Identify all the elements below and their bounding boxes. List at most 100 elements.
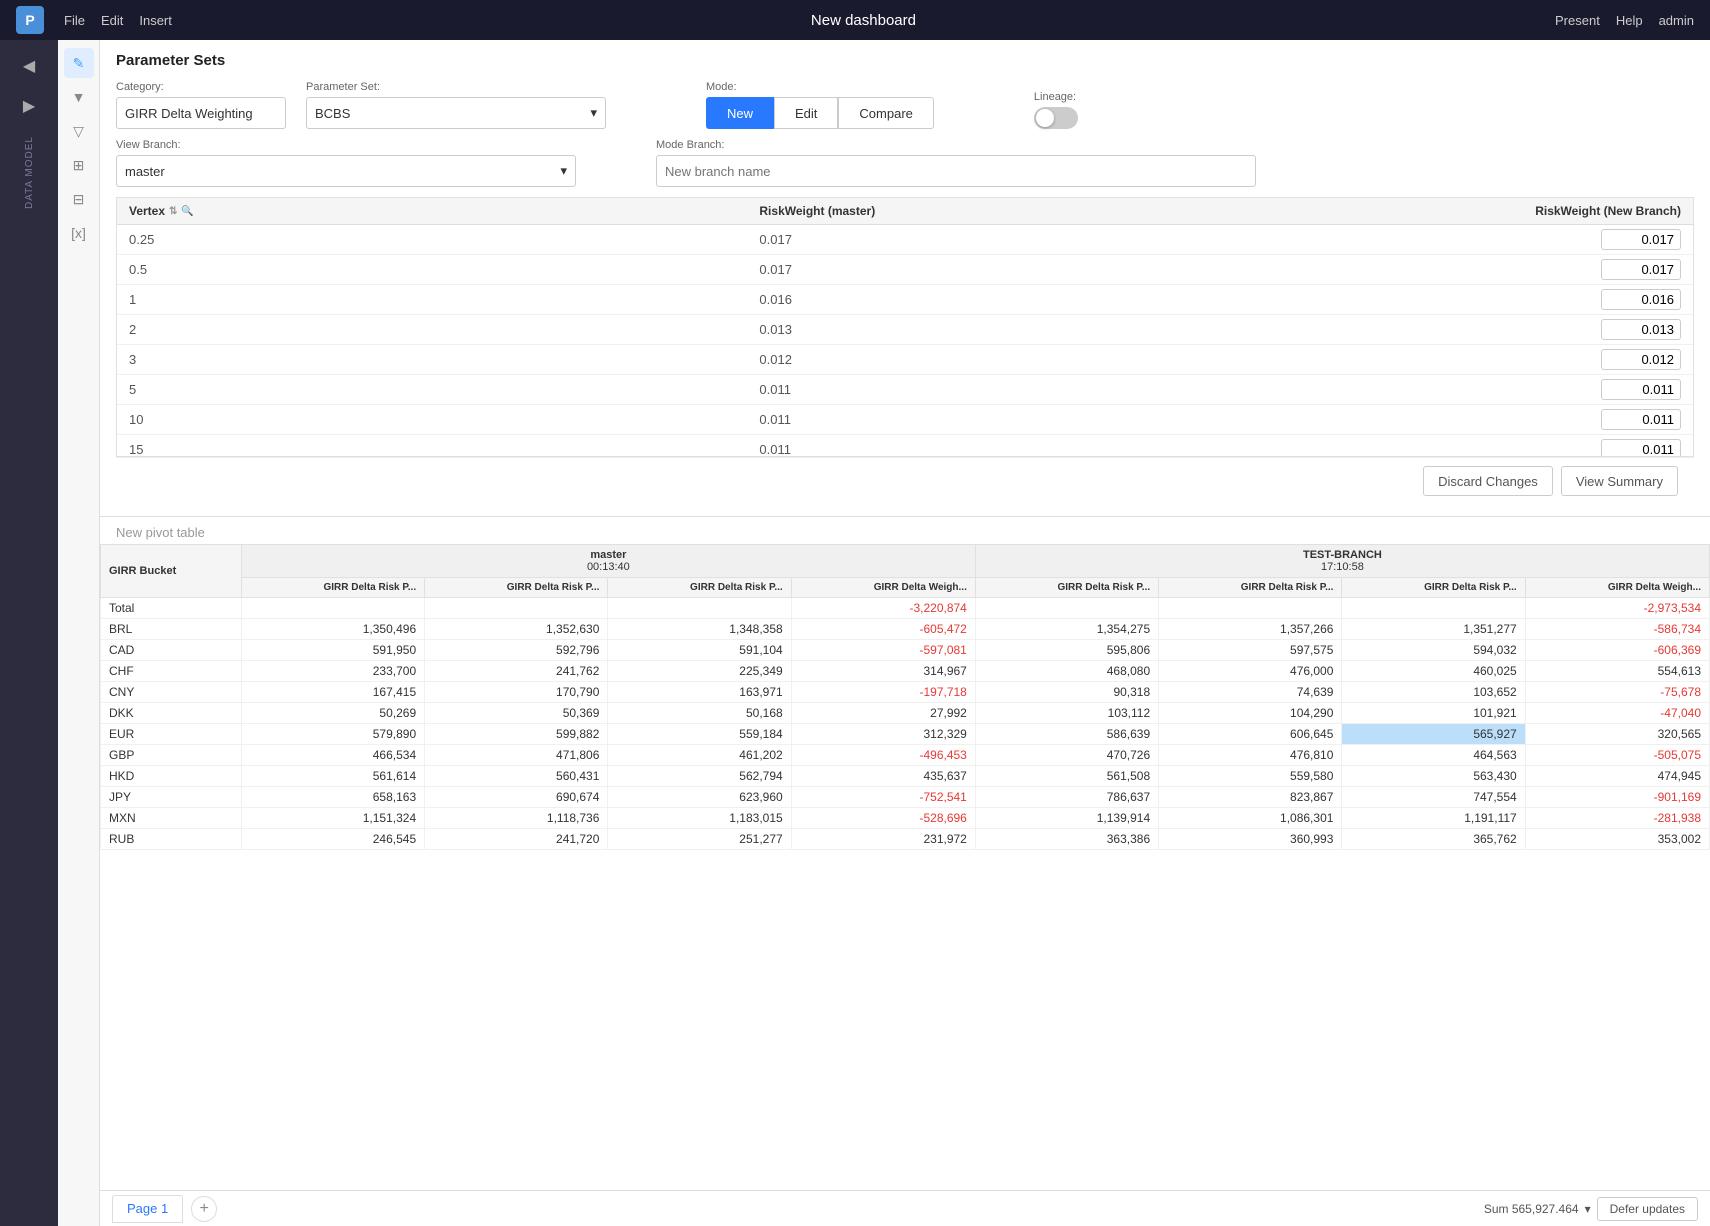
lineage-toggle[interactable] xyxy=(1034,107,1078,129)
view-branch-select[interactable]: master ▾ xyxy=(116,155,576,187)
mode-branch-input[interactable] xyxy=(656,155,1256,187)
new-branch-input-4[interactable] xyxy=(1601,349,1681,370)
pivot-table-wrapper: GIRR Bucket master 00:13:40 TEST-BRANCH … xyxy=(100,544,1710,1190)
topbar: P File Edit Insert New dashboard Present… xyxy=(0,0,1710,40)
new-branch-input-2[interactable] xyxy=(1601,289,1681,310)
mode-new-btn[interactable]: New xyxy=(706,97,774,129)
pivot-row-label: BRL xyxy=(101,619,242,640)
pivot-cell-v3: 559,184 xyxy=(608,724,791,745)
master-cell: 0.011 xyxy=(747,375,1220,405)
tool-filter2[interactable]: ▽ xyxy=(64,116,94,146)
pivot-cell-v7 xyxy=(1342,598,1525,619)
new-branch-cell xyxy=(1220,285,1693,315)
sidebar-collapse-right[interactable]: ▶ xyxy=(11,88,47,124)
new-branch-cell xyxy=(1220,255,1693,285)
menu-edit[interactable]: Edit xyxy=(101,13,123,28)
vertex-cell: 1 xyxy=(117,285,747,315)
pivot-cell-v2: 690,674 xyxy=(425,787,608,808)
pivot-cell-v5: 561,508 xyxy=(975,766,1158,787)
param-table-row: 15 0.011 xyxy=(117,435,1693,458)
pivot-cell-v7: 1,191,117 xyxy=(1342,808,1525,829)
pivot-cell-v7: 565,927 xyxy=(1342,724,1525,745)
pivot-cell-v3: 461,202 xyxy=(608,745,791,766)
pivot-cell-v3 xyxy=(608,598,791,619)
pivot-cell-v8: -75,678 xyxy=(1525,682,1709,703)
pivot-cell-v1: 1,151,324 xyxy=(241,808,424,829)
category-input[interactable]: GIRR Delta Weighting xyxy=(116,97,286,129)
main-layout: ◀ ▶ DATA MODEL ✎ ▼ ▽ ⊞ ⊟ [x] Parameter S… xyxy=(0,40,1710,1226)
new-branch-input-6[interactable] xyxy=(1601,409,1681,430)
pivot-table-row: CNY167,415170,790163,971-197,71890,31874… xyxy=(101,682,1710,703)
search-icon[interactable]: 🔍 xyxy=(181,206,193,217)
pivot-cell-v1: 167,415 xyxy=(241,682,424,703)
present-btn[interactable]: Present xyxy=(1555,13,1600,28)
new-branch-input-7[interactable] xyxy=(1601,439,1681,457)
pivot-cell-v4: 27,992 xyxy=(791,703,975,724)
pivot-table-row: RUB246,545241,720251,277231,972363,38636… xyxy=(101,829,1710,850)
pivot-cell-v2: 471,806 xyxy=(425,745,608,766)
param-row-1: Category: GIRR Delta Weighting Parameter… xyxy=(116,81,1694,129)
mode-field: Mode: New Edit Compare xyxy=(706,81,934,129)
pivot-cell-v8: 353,002 xyxy=(1525,829,1709,850)
defer-updates-btn[interactable]: Defer updates xyxy=(1597,1197,1698,1221)
pivot-cell-v5: 1,139,914 xyxy=(975,808,1158,829)
pivot-cell-v2: 241,720 xyxy=(425,829,608,850)
view-summary-btn[interactable]: View Summary xyxy=(1561,466,1678,496)
new-branch-input-0[interactable] xyxy=(1601,229,1681,250)
pivot-table-row: BRL1,350,4961,352,6301,348,358-605,4721,… xyxy=(101,619,1710,640)
girr-bucket-header: GIRR Bucket xyxy=(101,545,242,598)
pivot-cell-v2: 170,790 xyxy=(425,682,608,703)
tool-filter1[interactable]: ▼ xyxy=(64,82,94,112)
param-set-field: Parameter Set: BCBS ▾ xyxy=(306,81,606,129)
pivot-row-label: HKD xyxy=(101,766,242,787)
discard-changes-btn[interactable]: Discard Changes xyxy=(1423,466,1553,496)
mode-edit-btn[interactable]: Edit xyxy=(774,97,838,129)
menu-file[interactable]: File xyxy=(64,13,85,28)
pivot-cell-v7: 103,652 xyxy=(1342,682,1525,703)
tool-grid1[interactable]: ⊞ xyxy=(64,150,94,180)
vertex-cell: 15 xyxy=(117,435,747,458)
pivot-cell-v5: 1,354,275 xyxy=(975,619,1158,640)
new-branch-input-3[interactable] xyxy=(1601,319,1681,340)
mode-group: New Edit Compare xyxy=(706,97,934,129)
help-btn[interactable]: Help xyxy=(1616,13,1643,28)
category-label: Category: xyxy=(116,81,286,93)
pivot-row-label: MXN xyxy=(101,808,242,829)
add-tab-btn[interactable]: + xyxy=(191,1196,217,1222)
param-table: Vertex ⇅ 🔍 RiskWeight (master) RiskWeigh… xyxy=(117,198,1693,457)
sort-icon[interactable]: ⇅ xyxy=(169,206,177,217)
param-set-select[interactable]: BCBS ▾ xyxy=(306,97,606,129)
tool-grid2[interactable]: ⊟ xyxy=(64,184,94,214)
vertex-cell: 3 xyxy=(117,345,747,375)
pivot-cell-v4: -3,220,874 xyxy=(791,598,975,619)
mode-compare-btn[interactable]: Compare xyxy=(838,97,933,129)
sidebar-collapse-left[interactable]: ◀ xyxy=(11,48,47,84)
sum-chevron[interactable]: ▾ xyxy=(1585,1202,1591,1216)
tool-variable[interactable]: [x] xyxy=(64,218,94,248)
param-table-row: 3 0.012 xyxy=(117,345,1693,375)
pivot-cell-v5: 586,639 xyxy=(975,724,1158,745)
pivot-cell-v6: 1,086,301 xyxy=(1159,808,1342,829)
admin-btn[interactable]: admin xyxy=(1659,13,1694,28)
new-branch-header: RiskWeight (New Branch) xyxy=(1220,198,1693,225)
pivot-cell-v2: 1,118,736 xyxy=(425,808,608,829)
new-branch-input-1[interactable] xyxy=(1601,259,1681,280)
page-tab-1[interactable]: Page 1 xyxy=(112,1195,183,1223)
menu-insert[interactable]: Insert xyxy=(139,13,172,28)
pivot-cell-v1: 233,700 xyxy=(241,661,424,682)
pivot-cell-v7: 594,032 xyxy=(1342,640,1525,661)
pivot-cell-v8: 554,613 xyxy=(1525,661,1709,682)
pivot-cell-v8: -47,040 xyxy=(1525,703,1709,724)
pivot-cell-v7: 747,554 xyxy=(1342,787,1525,808)
pivot-col-header-2: GIRR Delta Risk P... xyxy=(608,578,791,598)
master-header: RiskWeight (master) xyxy=(747,198,1220,225)
pivot-cell-v6: 360,993 xyxy=(1159,829,1342,850)
pivot-table-row: GBP466,534471,806461,202-496,453470,7264… xyxy=(101,745,1710,766)
pivot-col-header-4: GIRR Delta Risk P... xyxy=(975,578,1158,598)
pivot-cell-v1 xyxy=(241,598,424,619)
pivot-cell-v5 xyxy=(975,598,1158,619)
new-branch-input-5[interactable] xyxy=(1601,379,1681,400)
pivot-table-row: Total-3,220,874-2,973,534 xyxy=(101,598,1710,619)
tool-edit[interactable]: ✎ xyxy=(64,48,94,78)
new-branch-cell xyxy=(1220,225,1693,255)
